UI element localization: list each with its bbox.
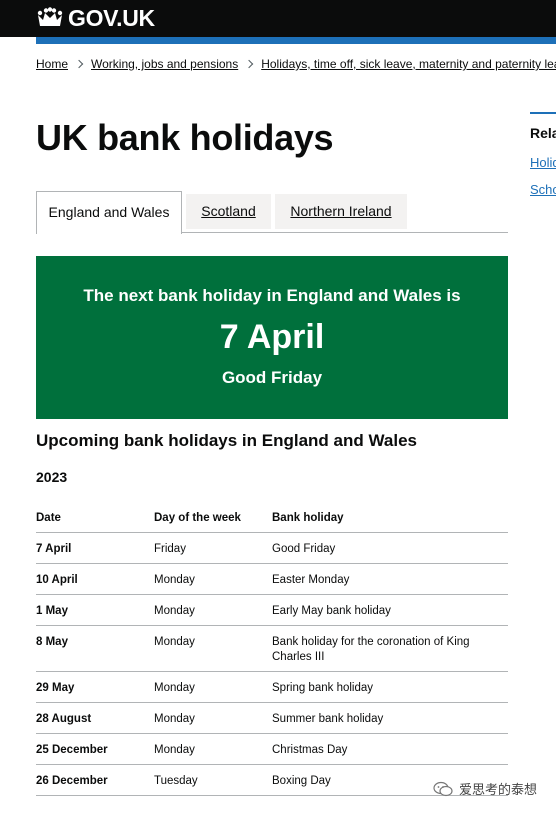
holiday-name: Easter Monday — [272, 574, 350, 586]
next-holiday-date: 7 April — [219, 318, 325, 356]
govuk-logo[interactable]: GOV.UK — [36, 6, 155, 30]
table-row: 28 August Monday Summer bank holiday — [36, 703, 508, 734]
holiday-date: 26 December — [36, 775, 108, 787]
year-heading: 2023 — [36, 469, 68, 485]
watermark: 爱思考的泰想 — [433, 779, 537, 798]
watermark-text: 爱思考的泰想 — [459, 782, 538, 797]
table-row: 8 May Monday Bank holiday for the corona… — [36, 626, 508, 672]
region-tabs: England and Wales Scotland Northern Irel… — [36, 191, 508, 234]
next-holiday-intro: The next bank holiday in England and Wal… — [83, 286, 461, 305]
breadcrumb: Home Working, jobs and pensions Holidays… — [36, 57, 556, 71]
breadcrumb-home[interactable]: Home — [36, 57, 68, 71]
related-content-heading: Rela — [530, 125, 556, 141]
holiday-name: Christmas Day — [272, 744, 348, 756]
holiday-day: Tuesday — [154, 775, 198, 787]
holiday-name: Bank holiday for the coronation of King … — [272, 636, 470, 663]
table-row: 7 April Friday Good Friday — [36, 533, 508, 564]
table-row: 29 May Monday Spring bank holiday — [36, 672, 508, 703]
tab-scotland[interactable]: Scotland — [186, 194, 271, 229]
holiday-date: 7 April — [36, 543, 72, 555]
wechat-icon — [433, 781, 453, 796]
table-header-row: Date Day of the week Bank holiday — [36, 502, 508, 533]
column-header-holiday: Bank holiday — [272, 512, 344, 524]
related-link-holiday[interactable]: Holid — [530, 155, 556, 170]
holiday-name: Good Friday — [272, 543, 336, 555]
tab-northern-ireland[interactable]: Northern Ireland — [275, 194, 407, 229]
crown-icon — [37, 7, 63, 26]
site-header: GOV.UK — [0, 0, 556, 37]
holiday-day: Friday — [154, 543, 186, 555]
column-header-date: Date — [36, 512, 61, 524]
breadcrumb-holidays-time-off[interactable]: Holidays, time off, sick leave, maternit… — [261, 57, 556, 71]
holiday-date: 25 December — [36, 744, 108, 756]
holiday-date: 10 April — [36, 574, 78, 586]
holiday-day: Monday — [154, 574, 195, 586]
related-link-school[interactable]: Scho — [530, 182, 556, 197]
table-row: 25 December Monday Christmas Day — [36, 734, 508, 765]
holidays-table: Date Day of the week Bank holiday 7 Apri… — [36, 502, 508, 796]
holiday-day: Monday — [154, 605, 195, 617]
chevron-right-icon — [244, 59, 254, 69]
header-accent-bar — [36, 37, 556, 44]
tab-england-and-wales[interactable]: England and Wales — [36, 191, 182, 234]
chevron-right-icon — [74, 59, 84, 69]
page-title: UK bank holidays — [36, 117, 334, 158]
next-holiday-name: Good Friday — [221, 368, 323, 387]
holiday-date: 29 May — [36, 682, 75, 694]
holiday-date: 1 May — [36, 605, 68, 617]
table-row: 1 May Monday Early May bank holiday — [36, 595, 508, 626]
logo-text: GOV.UK — [68, 5, 155, 31]
holiday-day: Monday — [154, 682, 195, 694]
breadcrumb-working-jobs-pensions[interactable]: Working, jobs and pensions — [91, 57, 238, 71]
column-header-day: Day of the week — [154, 512, 241, 524]
holiday-day: Monday — [154, 713, 195, 725]
holiday-name: Summer bank holiday — [272, 713, 384, 725]
holiday-day: Monday — [154, 636, 195, 648]
holiday-date: 28 August — [36, 713, 92, 725]
holiday-day: Monday — [154, 744, 195, 756]
table-row: 10 April Monday Easter Monday — [36, 564, 508, 595]
holiday-name: Spring bank holiday — [272, 682, 374, 694]
holiday-name: Early May bank holiday — [272, 605, 391, 617]
related-content-rule — [530, 112, 556, 114]
next-holiday-panel: The next bank holiday in England and Wal… — [36, 256, 508, 419]
upcoming-heading: Upcoming bank holidays in England and Wa… — [36, 431, 417, 450]
holiday-date: 8 May — [36, 636, 68, 648]
